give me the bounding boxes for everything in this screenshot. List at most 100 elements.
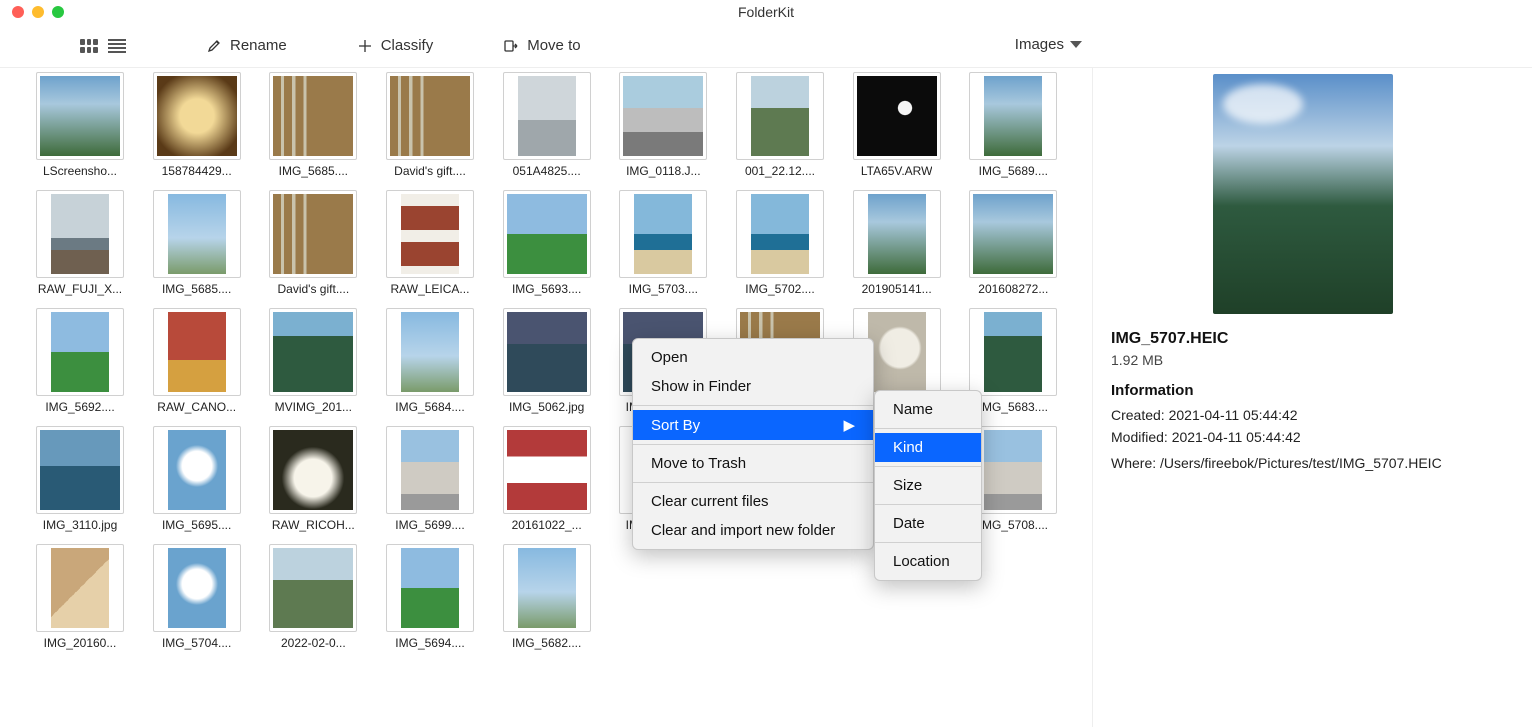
thumbnail-filename: IMG_5702....	[745, 282, 814, 296]
thumbnail-item[interactable]: IMG_5062.jpg	[497, 308, 597, 414]
info-modified: Modified: 2021-04-11 05:44:42	[1111, 429, 1494, 445]
thumbnail-filename: LTA65V.ARW	[861, 164, 933, 178]
thumbnail-item[interactable]: IMG_5689....	[963, 72, 1063, 178]
move-to-icon	[503, 38, 519, 54]
thumbnail-item[interactable]: IMG_5685....	[263, 72, 363, 178]
thumbnail-filename: IMG_0118.J...	[626, 164, 700, 178]
thumbnail-filename: MVIMG_201...	[275, 400, 352, 414]
ctx-clear-import[interactable]: Clear and import new folder	[633, 516, 873, 545]
thumbnail-image	[36, 308, 124, 396]
sort-location[interactable]: Location	[875, 547, 981, 576]
thumbnail-item[interactable]: IMG_5703....	[613, 190, 713, 296]
thumbnail-filename: IMG_5695....	[162, 518, 231, 532]
classify-icon	[357, 38, 373, 54]
thumbnail-filename: IMG_5689....	[979, 164, 1048, 178]
classify-button[interactable]: Classify	[357, 37, 434, 54]
sort-name[interactable]: Name	[875, 395, 981, 424]
separator	[875, 504, 981, 505]
thumbnail-item[interactable]: LTA65V.ARW	[847, 72, 947, 178]
thumbnail-item[interactable]: RAW_LEICA...	[380, 190, 480, 296]
sort-size[interactable]: Size	[875, 471, 981, 500]
thumbnail-item[interactable]: 201608272...	[963, 190, 1063, 296]
thumbnail-filename: IMG_5693....	[512, 282, 581, 296]
thumbnail-item[interactable]: IMG_5684....	[380, 308, 480, 414]
separator	[633, 405, 873, 406]
thumbnail-item[interactable]: MVIMG_201...	[263, 308, 363, 414]
thumbnail-filename: IMG_5692....	[45, 400, 114, 414]
ctx-move-to-trash[interactable]: Move to Trash	[633, 449, 873, 478]
list-view-icon[interactable]	[108, 39, 126, 53]
sort-by-submenu[interactable]: Name Kind Size Date Location	[874, 390, 982, 581]
close-window-button[interactable]	[12, 6, 24, 18]
thumbnail-image	[269, 544, 357, 632]
ctx-show-in-finder[interactable]: Show in Finder	[633, 372, 873, 401]
thumbnail-filename: IMG_5683....	[979, 400, 1048, 414]
info-created: Created: 2021-04-11 05:44:42	[1111, 407, 1494, 423]
thumbnail-item[interactable]: IMG_5692....	[30, 308, 130, 414]
thumbnail-item[interactable]: 2022-02-0...	[263, 544, 363, 650]
thumbnail-item[interactable]: David's gift....	[263, 190, 363, 296]
thumbnail-item[interactable]: IMG_5702....	[730, 190, 830, 296]
thumbnail-item[interactable]: IMG_3110.jpg	[30, 426, 130, 532]
thumbnail-item[interactable]: IMG_5694....	[380, 544, 480, 650]
thumbnail-filename: 001_22.12....	[745, 164, 815, 178]
thumbnail-item[interactable]: RAW_RICOH...	[263, 426, 363, 532]
separator	[875, 542, 981, 543]
thumbnail-image	[619, 190, 707, 278]
filter-dropdown[interactable]: Images	[1015, 36, 1082, 53]
thumbnail-item[interactable]: 051A4825....	[497, 72, 597, 178]
thumbnail-item[interactable]: RAW_FUJI_X...	[30, 190, 130, 296]
minimize-window-button[interactable]	[32, 6, 44, 18]
ctx-sort-by[interactable]: Sort By ▶	[633, 410, 873, 440]
thumbnail-item[interactable]: LScreensho...	[30, 72, 130, 178]
info-filesize: 1.92 MB	[1111, 352, 1494, 368]
thumbnail-filename: RAW_RICOH...	[272, 518, 355, 532]
thumbnail-filename: 201608272...	[978, 282, 1048, 296]
thumbnail-item[interactable]: RAW_CANO...	[147, 308, 247, 414]
thumbnail-item[interactable]: IMG_5704....	[147, 544, 247, 650]
classify-label: Classify	[381, 37, 434, 54]
thumbnail-image	[853, 72, 941, 160]
rename-button[interactable]: Rename	[206, 37, 287, 54]
fullscreen-window-button[interactable]	[52, 6, 64, 18]
thumbnail-filename: IMG_5685....	[279, 164, 348, 178]
ctx-open[interactable]: Open	[633, 343, 873, 372]
thumbnail-item[interactable]: IMG_5693....	[497, 190, 597, 296]
rename-label: Rename	[230, 37, 287, 54]
filter-label: Images	[1015, 36, 1064, 53]
sort-date[interactable]: Date	[875, 509, 981, 538]
thumbnail-image	[269, 72, 357, 160]
thumbnail-image	[153, 308, 241, 396]
grid-view-icon[interactable]	[80, 39, 98, 53]
thumbnail-filename: IMG_5703....	[629, 282, 698, 296]
thumbnail-item[interactable]: IMG_20160...	[30, 544, 130, 650]
thumbnail-item[interactable]: David's gift....	[380, 72, 480, 178]
separator	[633, 482, 873, 483]
thumbnail-item[interactable]: 001_22.12....	[730, 72, 830, 178]
thumbnail-filename: 051A4825....	[513, 164, 581, 178]
thumbnail-filename: IMG_3110.jpg	[43, 518, 118, 532]
ctx-clear-current[interactable]: Clear current files	[633, 487, 873, 516]
thumbnail-image	[969, 426, 1057, 514]
titlebar: FolderKit	[0, 0, 1532, 24]
thumbnail-item[interactable]: 201905141...	[847, 190, 947, 296]
thumbnail-item[interactable]: 20161022_...	[497, 426, 597, 532]
thumbnail-item[interactable]: IMG_5685....	[147, 190, 247, 296]
thumbnail-filename: IMG_5708....	[979, 518, 1048, 532]
preview-image	[1213, 74, 1393, 314]
thumbnail-filename: IMG_5704....	[162, 636, 231, 650]
thumbnail-item[interactable]: IMG_5699....	[380, 426, 480, 532]
thumbnail-item[interactable]: IMG_5682....	[497, 544, 597, 650]
thumbnail-image	[736, 72, 824, 160]
thumbnail-filename: 2022-02-0...	[281, 636, 346, 650]
thumbnail-item[interactable]: IMG_5695....	[147, 426, 247, 532]
thumbnail-item[interactable]: IMG_0118.J...	[613, 72, 713, 178]
thumbnail-item[interactable]: 158784429...	[147, 72, 247, 178]
sort-kind[interactable]: Kind	[875, 433, 981, 462]
thumbnail-image	[153, 190, 241, 278]
thumbnail-image	[386, 426, 474, 514]
context-menu[interactable]: Open Show in Finder Sort By ▶ Move to Tr…	[632, 338, 874, 550]
separator	[875, 466, 981, 467]
move-to-button[interactable]: Move to	[503, 37, 580, 54]
thumbnail-filename: RAW_FUJI_X...	[38, 282, 122, 296]
